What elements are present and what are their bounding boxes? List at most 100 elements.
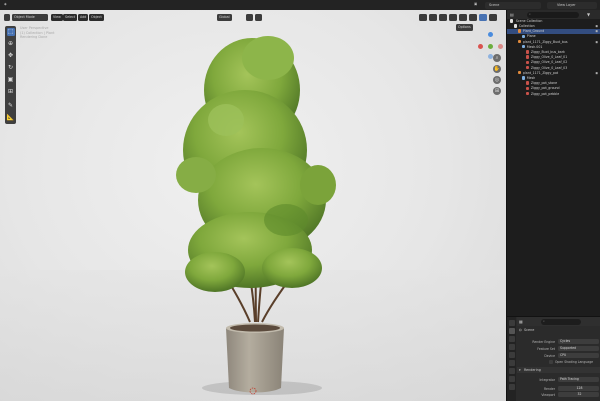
xray-toggle-icon[interactable] bbox=[449, 14, 457, 21]
tool-tab-icon[interactable] bbox=[508, 320, 515, 326]
render-status: Rendering Done bbox=[20, 35, 48, 40]
3d-viewport[interactable]: Object Mode View Select Add Object Globa… bbox=[0, 10, 506, 401]
rendering-panel-header[interactable]: ▾ Rendering bbox=[517, 367, 600, 373]
properties-header: ▦ ⌕ bbox=[517, 317, 600, 326]
ortho-toggle-icon[interactable]: ⊞ bbox=[493, 87, 501, 95]
cursor-tool-icon[interactable]: ⊕ bbox=[7, 40, 15, 48]
outliner-row-label: Ziggy_Olive_0_Leaf_03 bbox=[530, 65, 568, 70]
material-icon bbox=[526, 55, 530, 59]
menu-object[interactable]: Object bbox=[89, 14, 104, 21]
viewport-samples-field[interactable]: 32 bbox=[558, 392, 599, 397]
editor-type-icon[interactable] bbox=[4, 14, 10, 21]
pan-icon[interactable]: ✋ bbox=[493, 65, 501, 73]
annotate-tool-icon[interactable]: ✎ bbox=[7, 102, 15, 110]
menu-add-label: Add bbox=[80, 15, 87, 19]
viewport-info: User Perspective (1) Collection | Plant … bbox=[20, 26, 55, 40]
scene-icon: ▣ bbox=[474, 2, 478, 6]
axis-x-icon[interactable] bbox=[478, 44, 483, 49]
menu-add[interactable]: Add bbox=[78, 14, 89, 21]
render-engine-label: Render Engine bbox=[532, 340, 555, 344]
material-icon bbox=[526, 60, 530, 65]
mesh-icon bbox=[522, 45, 526, 49]
axis-neg-x-icon[interactable] bbox=[498, 44, 503, 49]
outliner-row-label: Mesh.001 bbox=[526, 44, 543, 49]
output-tab-icon[interactable] bbox=[508, 336, 515, 342]
outliner-row-label: plant_1171_Ziggy_Buxt_bus bbox=[522, 39, 568, 44]
measure-tool-icon[interactable]: 📐 bbox=[7, 114, 15, 122]
device-select[interactable]: CPU bbox=[558, 353, 599, 358]
transform-orientation-selector[interactable]: Global bbox=[217, 14, 232, 21]
outliner-search-input[interactable]: ⌕ bbox=[527, 11, 579, 18]
feature-set-select[interactable]: Supported bbox=[558, 346, 599, 351]
rotate-tool-icon[interactable]: ↻ bbox=[7, 64, 15, 72]
viewport-samples-value: 32 bbox=[577, 392, 582, 396]
axis-y-icon[interactable] bbox=[488, 44, 493, 49]
view-layer-selector[interactable]: View Layer bbox=[547, 1, 597, 9]
gizmo-toggle-icon[interactable] bbox=[429, 14, 437, 21]
render-samples-field[interactable]: 128 bbox=[558, 386, 599, 391]
blender-logo-icon[interactable]: ◈ bbox=[4, 2, 7, 6]
shading-solid-icon[interactable] bbox=[459, 14, 467, 21]
render-icon[interactable] bbox=[508, 328, 515, 334]
properties-editor: ▦ ⌕ ⛭ Scene Render Engine Cycles Feature… bbox=[506, 316, 600, 401]
object-icon bbox=[518, 29, 522, 33]
visibility-icon[interactable] bbox=[419, 14, 427, 21]
properties-search-input[interactable]: ⌕ bbox=[541, 318, 581, 325]
camera-view-icon[interactable]: ◎ bbox=[493, 76, 501, 84]
menu-view-label: View bbox=[53, 15, 61, 19]
osl-checkbox[interactable] bbox=[549, 360, 553, 364]
editor-type-icon[interactable]: ▤ bbox=[510, 12, 514, 17]
plant-render bbox=[176, 36, 336, 395]
search-icon: ⌕ bbox=[529, 12, 531, 16]
osl-label: Open Shading Language bbox=[555, 360, 594, 364]
integrator-select[interactable]: Path Tracing bbox=[558, 377, 599, 382]
outliner-row-label: Ziggy_Olive_0_Leaf_02 bbox=[530, 60, 568, 65]
outliner-row-label: Ziggy_pot_ground bbox=[530, 86, 560, 91]
mode-selector[interactable]: Object Mode bbox=[12, 14, 48, 21]
snap-icon[interactable] bbox=[246, 14, 253, 21]
material-icon bbox=[526, 65, 530, 70]
chevron-down-icon: ▾ bbox=[519, 367, 521, 372]
select-box-icon[interactable]: ⬚ bbox=[6, 28, 15, 36]
overlay-toggle-icon[interactable] bbox=[439, 14, 447, 21]
object-icon bbox=[518, 39, 522, 44]
viewport-samples-label: Viewport bbox=[541, 393, 555, 397]
move-tool-icon[interactable]: ✥ bbox=[7, 52, 15, 60]
editor-type-icon[interactable]: ▦ bbox=[519, 319, 523, 324]
options-dropdown[interactable]: Options bbox=[456, 24, 473, 31]
view-layer-tab-icon[interactable] bbox=[508, 344, 515, 350]
world-tab-icon[interactable] bbox=[508, 360, 515, 366]
transform-tool-icon[interactable]: ⊞ bbox=[7, 88, 15, 96]
outliner-row-label: plant_1171_Ziggy_pot bbox=[522, 70, 559, 75]
render-engine-value: Cycles bbox=[560, 339, 571, 343]
scene-tab-icon[interactable] bbox=[508, 352, 515, 358]
shading-rendered-icon[interactable] bbox=[479, 14, 487, 21]
scene-selector[interactable]: Scene bbox=[485, 1, 541, 9]
object-icon bbox=[518, 71, 522, 75]
scene-collection-label: Scene Collection bbox=[515, 19, 543, 23]
feature-set-value: Supported bbox=[560, 346, 577, 350]
mode-label: Object Mode bbox=[14, 15, 35, 19]
options-label: Options bbox=[458, 25, 471, 29]
scale-tool-icon[interactable]: ▣ bbox=[7, 76, 15, 84]
modifier-tab-icon[interactable] bbox=[508, 376, 515, 382]
zoom-icon[interactable]: ⌕ bbox=[493, 54, 501, 62]
top-bar: ◈ ▣ Scene View Layer bbox=[0, 0, 600, 10]
render-engine-select[interactable]: Cycles bbox=[558, 339, 599, 344]
outliner-row-label: Ziggy_pot_stone bbox=[530, 81, 558, 86]
object-tab-icon[interactable] bbox=[508, 368, 515, 374]
shading-options-icon[interactable] bbox=[489, 14, 497, 21]
material-icon bbox=[526, 91, 530, 96]
menu-select-label: Select bbox=[65, 15, 76, 19]
render-samples-value: 128 bbox=[576, 386, 583, 390]
scene-collection-icon bbox=[510, 19, 514, 23]
material-tab-icon[interactable] bbox=[508, 384, 515, 390]
menu-select[interactable]: Select bbox=[63, 14, 78, 21]
shading-material-icon[interactable] bbox=[469, 14, 477, 21]
filter-icon[interactable]: ▼ bbox=[587, 12, 590, 17]
axis-z-icon[interactable] bbox=[488, 32, 493, 37]
proportional-edit-icon[interactable] bbox=[255, 14, 262, 21]
menu-view[interactable]: View bbox=[51, 14, 63, 21]
pot bbox=[226, 323, 284, 393]
outliner-row[interactable]: Ziggy_pot_pebble bbox=[507, 92, 600, 97]
